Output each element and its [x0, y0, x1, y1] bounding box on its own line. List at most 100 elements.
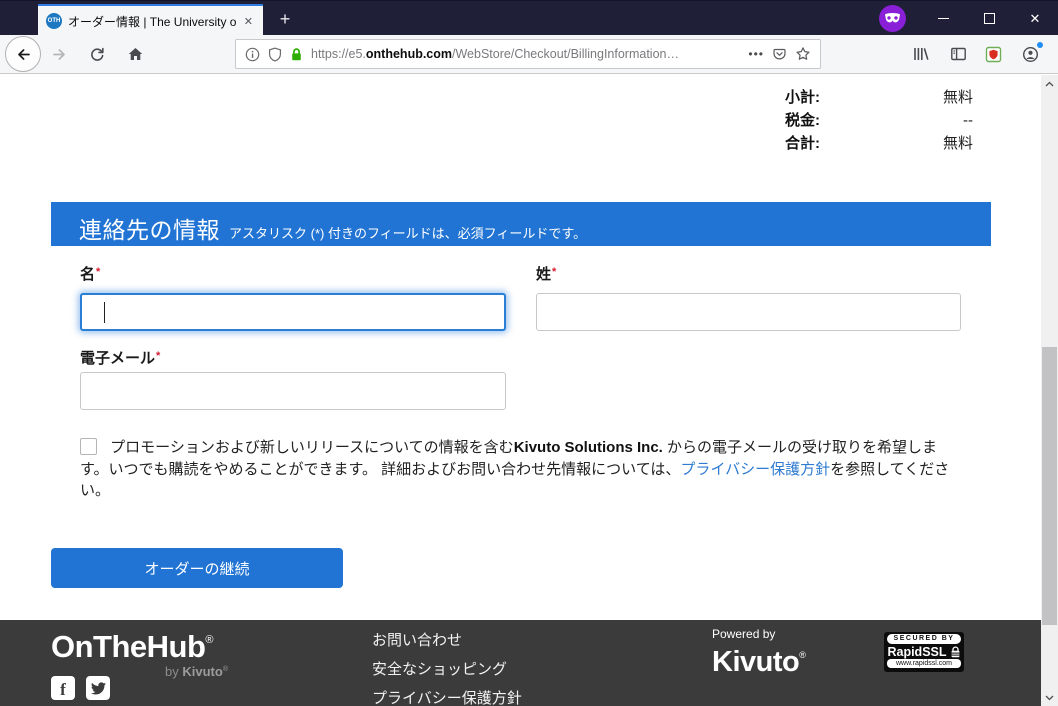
- reload-icon: [89, 46, 105, 62]
- promo-consent-checkbox[interactable]: [80, 438, 97, 455]
- vertical-scrollbar[interactable]: [1041, 75, 1058, 706]
- site-favicon-icon: OTH: [46, 13, 62, 29]
- url-text[interactable]: https://e5.onthehub.com/WebStore/Checkou…: [311, 47, 740, 61]
- summary-row-tax: 税金: --: [785, 109, 973, 132]
- total-value: 無料: [820, 132, 973, 155]
- tab-close-icon[interactable]: ✕: [242, 14, 255, 29]
- email-input[interactable]: [80, 372, 506, 410]
- sidebar-icon: [950, 46, 967, 62]
- total-label: 合計:: [785, 132, 820, 155]
- first-name-label-text: 名: [80, 266, 95, 283]
- url-prefix: https://e5.: [311, 47, 366, 61]
- page-actions-icon[interactable]: •••: [748, 47, 764, 61]
- footer: OnTheHub® by Kivuto® f お問い合わせ 安全なショッピング …: [0, 620, 1041, 706]
- powered-by-kivuto: Powered by Kivuto®: [712, 627, 805, 677]
- kivuto-logo-text: Kivuto: [712, 646, 799, 678]
- order-summary: 小計: 無料 税金: -- 合計: 無料: [785, 86, 973, 155]
- required-asterisk: *: [156, 350, 160, 362]
- pocket-icon[interactable]: [772, 47, 787, 62]
- tab-title: オーダー情報 | The University of T: [68, 13, 236, 30]
- badge-brand: RapidSSL: [887, 645, 946, 659]
- bookmark-star-icon[interactable]: [795, 46, 811, 62]
- minimize-button[interactable]: [920, 1, 966, 36]
- onthehub-logo-text: OnTheHub: [51, 629, 205, 664]
- footer-links: お問い合わせ 安全なショッピング プライバシー保護方針: [372, 631, 522, 706]
- tax-value: --: [820, 109, 973, 132]
- badge-secured-by: SECURED BY: [887, 634, 961, 644]
- section-header: 連絡先の情報 アスタリスク (*) 付きのフィールドは、必須フィールドです。: [51, 202, 991, 246]
- forward-arrow-icon: [51, 46, 68, 63]
- navigation-toolbar: https://e5.onthehub.com/WebStore/Checkou…: [0, 35, 1058, 74]
- library-icon: [912, 46, 930, 62]
- scroll-down-icon[interactable]: [1041, 689, 1058, 706]
- consent-company: Kivuto Solutions Inc.: [514, 439, 663, 456]
- registered-mark: ®: [223, 666, 228, 673]
- account-notification-dot: [1037, 42, 1043, 48]
- onthehub-logo: OnTheHub®: [51, 629, 213, 665]
- section-title: 連絡先の情報: [79, 211, 220, 245]
- tracking-protection-shield-icon[interactable]: [268, 47, 282, 62]
- facebook-icon: f: [60, 681, 66, 698]
- secure-lock-icon[interactable]: [290, 47, 303, 62]
- subtotal-label: 小計:: [785, 86, 820, 109]
- browser-tab[interactable]: OTH オーダー情報 | The University of T ✕: [38, 4, 263, 36]
- contact-link[interactable]: お問い合わせ: [372, 631, 522, 651]
- sidebar-button[interactable]: [944, 40, 972, 68]
- twitter-icon: [91, 682, 106, 695]
- byline-brand: Kivuto: [182, 664, 222, 679]
- close-button[interactable]: ✕: [1012, 1, 1058, 36]
- maximize-button[interactable]: [966, 1, 1012, 36]
- rapidssl-badge[interactable]: SECURED BY RapidSSL www.rapidssl.com: [884, 632, 964, 672]
- byline-prefix: by: [165, 664, 182, 679]
- required-asterisk: *: [96, 266, 100, 278]
- forward-button: [45, 40, 73, 68]
- secure-shopping-link[interactable]: 安全なショッピング: [372, 660, 522, 680]
- reload-button[interactable]: [83, 40, 111, 68]
- scrollbar-thumb[interactable]: [1042, 347, 1057, 625]
- url-bar[interactable]: https://e5.onthehub.com/WebStore/Checkou…: [235, 39, 821, 69]
- browser-window: OTH オーダー情報 | The University of T ✕ + ✕: [0, 0, 1058, 706]
- email-label-text: 電子メール: [80, 350, 155, 367]
- back-arrow-icon: [15, 46, 32, 63]
- last-name-label: 姓*: [536, 263, 556, 284]
- badge-url: www.rapidssl.com: [887, 659, 961, 668]
- home-button[interactable]: [121, 40, 149, 68]
- tax-label: 税金:: [785, 109, 820, 132]
- titlebar: OTH オーダー情報 | The University of T ✕ + ✕: [0, 0, 1058, 35]
- window-controls: ✕: [879, 1, 1058, 36]
- extension-icon[interactable]: [979, 40, 1007, 68]
- url-path: /WebStore/Checkout/BillingInformation…: [452, 47, 679, 61]
- last-name-input[interactable]: [536, 293, 961, 331]
- private-browsing-mask-icon: [879, 5, 906, 32]
- powered-by-label: Powered by: [712, 627, 805, 641]
- social-icons: f: [51, 676, 110, 700]
- padlock-icon: [950, 646, 961, 658]
- first-name-input[interactable]: [80, 293, 506, 331]
- last-name-label-text: 姓: [536, 266, 551, 283]
- account-icon: [1022, 46, 1039, 63]
- registered-mark: ®: [799, 650, 805, 660]
- privacy-policy-link[interactable]: プライバシー保護方針: [680, 461, 830, 478]
- summary-row-total: 合計: 無料: [785, 132, 973, 155]
- email-label: 電子メール*: [80, 347, 160, 368]
- scroll-up-icon[interactable]: [1041, 75, 1058, 92]
- new-tab-button[interactable]: +: [272, 8, 298, 32]
- page-info-icon[interactable]: [245, 47, 260, 62]
- url-domain: onthehub.com: [366, 47, 452, 61]
- continue-order-button[interactable]: オーダーの継続: [51, 548, 343, 588]
- promo-consent: プロモーションおよび新しいリリースについての情報を含むKivuto Soluti…: [80, 437, 954, 502]
- subtotal-value: 無料: [820, 86, 973, 109]
- account-button[interactable]: [1016, 40, 1044, 68]
- back-button[interactable]: [5, 36, 41, 72]
- privacy-policy-footer-link[interactable]: プライバシー保護方針: [372, 689, 522, 706]
- consent-text-before: プロモーションおよび新しいリリースについての情報を含む: [110, 439, 514, 456]
- library-button[interactable]: [907, 40, 935, 68]
- facebook-button[interactable]: f: [51, 676, 75, 700]
- kivuto-logo: Kivuto®: [712, 641, 805, 677]
- required-asterisk: *: [552, 266, 556, 278]
- text-caret: [104, 302, 105, 323]
- home-icon: [127, 46, 144, 62]
- page-content: 小計: 無料 税金: -- 合計: 無料 連絡先の情報 アスタリスク (*) 付…: [0, 75, 1041, 706]
- summary-row-subtotal: 小計: 無料: [785, 86, 973, 109]
- twitter-button[interactable]: [86, 676, 110, 700]
